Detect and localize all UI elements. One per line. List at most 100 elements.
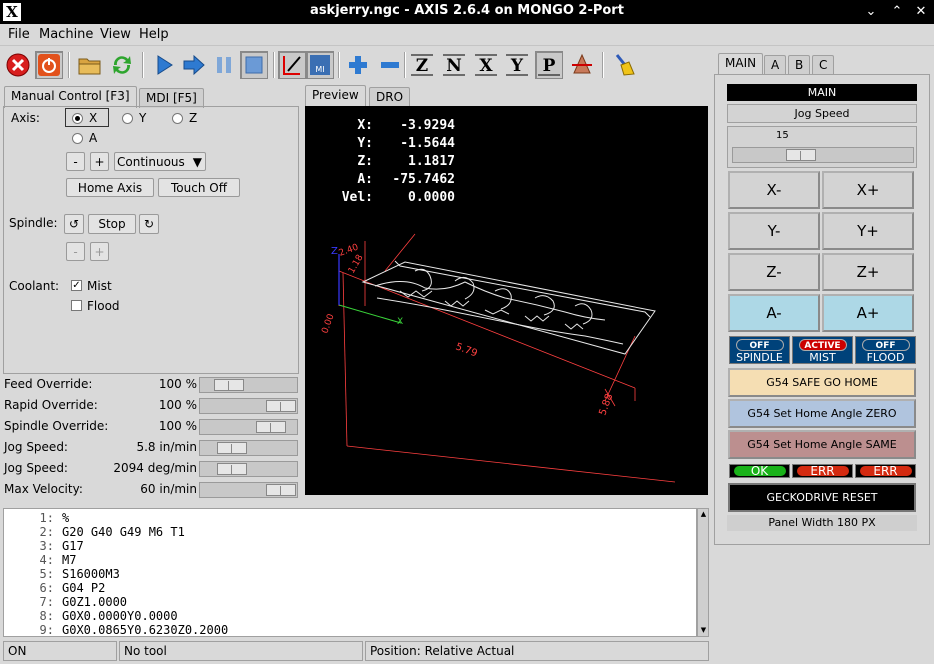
- gcode-line[interactable]: 8: G0X0.0000Y0.0000: [4, 609, 694, 623]
- override-slider-thumb[interactable]: [266, 484, 296, 496]
- gcode-line-number: 1:: [39, 511, 54, 525]
- jog-button[interactable]: Y+: [822, 212, 914, 250]
- view-z-icon[interactable]: Z: [408, 51, 436, 79]
- mist-checkbox[interactable]: ✓: [71, 280, 82, 291]
- panel-tab-a[interactable]: A: [764, 55, 787, 75]
- jog-plus-button[interactable]: +: [90, 152, 109, 171]
- run-icon[interactable]: [150, 51, 178, 79]
- gcode-line[interactable]: 2: G20 G40 G49 M6 T1: [4, 525, 694, 539]
- gcode-line-text: G17: [62, 539, 84, 553]
- gcode-line[interactable]: 1:%: [4, 511, 694, 525]
- estop-icon[interactable]: [4, 51, 32, 79]
- override-slider-thumb[interactable]: [266, 400, 296, 412]
- minimize-icon[interactable]: ⌄: [862, 3, 880, 21]
- jog-button[interactable]: Y-: [728, 212, 820, 250]
- spindle-slower-button[interactable]: -: [66, 242, 85, 261]
- jog-button[interactable]: Z+: [822, 253, 914, 291]
- panel-tab-c[interactable]: C: [812, 55, 835, 75]
- scroll-down-icon[interactable]: ▼: [699, 626, 708, 635]
- tab-manual-control[interactable]: Manual Control [F3]: [4, 86, 137, 108]
- g54-set-same-button[interactable]: G54 Set Home Angle SAME: [728, 430, 916, 459]
- jog-button[interactable]: X-: [728, 171, 820, 209]
- override-slider-thumb[interactable]: [256, 421, 286, 433]
- gcode-line[interactable]: 3: G17: [4, 539, 694, 553]
- scroll-up-icon[interactable]: ▲: [699, 510, 708, 519]
- override-label: Jog Speed:: [4, 461, 68, 475]
- panel-tab-b[interactable]: B: [788, 55, 811, 75]
- view-p-icon[interactable]: P: [535, 51, 563, 79]
- home-axis-button[interactable]: Home Axis: [66, 178, 154, 197]
- clear-icon[interactable]: [610, 51, 638, 79]
- preview-canvas[interactable]: X Z 5.79 5.88 2.40 1.18 0.00 X: -3.9294 Y:…: [305, 106, 708, 495]
- g54-safe-home-button[interactable]: G54 SAFE GO HOME: [728, 368, 916, 397]
- gcode-line[interactable]: 5: S16000M3: [4, 567, 694, 581]
- g54-set-zero-button[interactable]: G54 Set Home Angle ZERO: [728, 399, 916, 428]
- view-y-icon[interactable]: Y: [503, 51, 531, 79]
- jog-button[interactable]: A-: [728, 294, 820, 332]
- override-slider[interactable]: [199, 419, 298, 435]
- menu-view[interactable]: View: [100, 27, 131, 42]
- touch-off-icon[interactable]: [278, 51, 306, 79]
- gcode-line-number: 8:: [39, 609, 54, 623]
- jog-mode-select[interactable]: Continuous ▼: [114, 152, 206, 171]
- spindle-stop-button[interactable]: Stop: [88, 214, 136, 234]
- mdi-icon[interactable]: MI: [306, 51, 334, 79]
- svg-text:P: P: [543, 56, 556, 76]
- tab-dro[interactable]: DRO: [369, 87, 411, 107]
- axis-x-radio[interactable]: [72, 113, 83, 124]
- jog-minus-button[interactable]: -: [66, 152, 85, 171]
- geckodrive-reset-button[interactable]: GECKODRIVE RESET: [728, 483, 916, 512]
- spindle-ccw-icon[interactable]: ↺: [64, 214, 84, 234]
- pause-icon[interactable]: [210, 51, 238, 79]
- gcode-line[interactable]: 6: G04 P2: [4, 581, 694, 595]
- step-icon[interactable]: [180, 51, 208, 79]
- gcode-listing[interactable]: 1:% 2: G20 G40 G49 M6 T1 3: G17 4: M7 5: S16000M…: [3, 508, 697, 637]
- menu-file[interactable]: File: [8, 27, 30, 42]
- rotate-icon[interactable]: [568, 51, 596, 79]
- stop-icon[interactable]: [240, 51, 268, 79]
- reload-icon[interactable]: [108, 51, 136, 79]
- spindle-cw-icon[interactable]: ↻: [139, 214, 159, 234]
- view-x-icon[interactable]: X: [472, 51, 500, 79]
- tab-mdi[interactable]: MDI [F5]: [139, 88, 204, 108]
- close-icon[interactable]: ✕: [912, 3, 930, 21]
- flood-checkbox[interactable]: [71, 300, 82, 311]
- zoom-in-icon[interactable]: [344, 51, 372, 79]
- touch-off-button[interactable]: Touch Off: [158, 178, 240, 197]
- gcode-line[interactable]: 7: G0Z1.0000: [4, 595, 694, 609]
- gcode-scrollbar[interactable]: ▲ ▼: [697, 508, 709, 637]
- tab-preview[interactable]: Preview: [305, 85, 366, 107]
- menu-machine[interactable]: Machine: [39, 27, 93, 42]
- maximize-icon[interactable]: ⌃: [888, 3, 906, 21]
- jog-button[interactable]: X+: [822, 171, 914, 209]
- override-slider[interactable]: [199, 377, 298, 393]
- jog-button[interactable]: A+: [822, 294, 914, 332]
- panel-tab-main[interactable]: MAIN: [718, 53, 764, 75]
- gcode-line-number: 2:: [39, 525, 54, 539]
- override-slider-thumb[interactable]: [217, 463, 247, 475]
- override-slider[interactable]: [199, 440, 298, 456]
- coolant-label: Coolant:: [9, 279, 60, 293]
- open-file-icon[interactable]: [76, 51, 104, 79]
- axis-z-radio[interactable]: [172, 113, 183, 124]
- view-z2-icon[interactable]: N: [440, 51, 468, 79]
- jog-speed-slider[interactable]: [732, 147, 914, 163]
- axis-a-radio[interactable]: [72, 133, 83, 144]
- gcode-line[interactable]: 4: M7: [4, 553, 694, 567]
- spindle-faster-button[interactable]: +: [90, 242, 109, 261]
- coolant-indicator: OFF SPINDLE: [729, 336, 790, 364]
- override-slider-thumb[interactable]: [217, 442, 247, 454]
- zoom-out-icon[interactable]: [376, 51, 404, 79]
- override-slider[interactable]: [199, 482, 298, 498]
- override-slider[interactable]: [199, 461, 298, 477]
- dim-x-label: 5.79: [454, 341, 479, 359]
- override-slider-thumb[interactable]: [214, 379, 244, 391]
- gcode-line[interactable]: 9: G0X0.0865Y0.6230Z0.2000: [4, 623, 694, 636]
- machine-power-icon[interactable]: [35, 51, 63, 79]
- override-slider[interactable]: [199, 398, 298, 414]
- axis-y-radio[interactable]: [122, 113, 133, 124]
- jog-speed-thumb[interactable]: [786, 149, 816, 161]
- menu-help[interactable]: Help: [139, 27, 169, 42]
- jog-button[interactable]: Z-: [728, 253, 820, 291]
- panel-width-label: Panel Width 180 PX: [727, 515, 917, 531]
